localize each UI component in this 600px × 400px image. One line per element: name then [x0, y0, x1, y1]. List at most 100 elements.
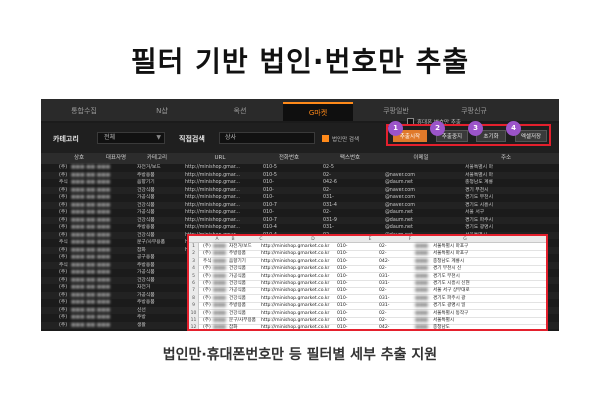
table-row[interactable]: (주) 건강식품 http://minishop.gmar... 010- 02- @na… — [41, 186, 559, 194]
direct-search-input[interactable]: 상사 — [219, 132, 315, 144]
corp-only-checkbox[interactable] — [322, 135, 329, 142]
table-cell: 문구/사무용품 — [137, 240, 166, 245]
tab-3[interactable]: 옥션 — [205, 102, 275, 121]
table-cell: 음향기기 — [137, 180, 155, 185]
table-cell: 010-5 — [263, 172, 277, 178]
table-cell: 가공식품 — [137, 270, 155, 275]
table-row[interactable]: (주) 주방용품 http://minishop.gmar... 010-5 02- @n… — [41, 171, 559, 179]
table-cell: 경기 부천시 — [465, 187, 489, 193]
chevron-down-icon: ▼ — [156, 134, 161, 141]
masked-cell: ■■■ ■■ ■■■ — [71, 195, 111, 200]
table-cell: http://minishop.gmar... — [185, 225, 240, 230]
table-cell: 충청남도 계룡 — [465, 180, 494, 185]
excel-cell: 충청남도 — [433, 325, 450, 331]
masked-cell: ■■■ ■■ ■■■ — [71, 307, 111, 313]
excel-row: 12 (주) 잡화 http://minishop.gmarket.co.kr 010-… — [189, 324, 546, 331]
table-cell: 자전거 — [137, 285, 151, 290]
table-cell: 주방 — [137, 315, 146, 320]
table-cell: @naver.com — [385, 195, 415, 200]
masked-cell: ■■■ — [213, 325, 227, 331]
masked-cell: ■■■ ■■ ■■■ — [71, 315, 111, 320]
table-cell: 010-7 — [263, 217, 277, 223]
table-cell: 주방용품 — [137, 300, 155, 305]
table-cell: 031- — [323, 225, 334, 230]
table-cell: http://minishop.gmar... — [185, 195, 240, 200]
table-cell: 건강식품 — [137, 187, 155, 193]
masked-cell: ■■■ ■■ ■■■ — [71, 165, 111, 170]
column-header[interactable]: 주소 — [461, 153, 551, 164]
table-cell: 건강식품 — [137, 217, 155, 223]
excel-row-number: 12 — [189, 324, 199, 329]
category-select-value: 전체 — [104, 134, 116, 141]
table-cell: @daum.net — [385, 180, 413, 185]
grid-header: 상호 대표자명 카테고리 URL 전화번호 팩스번호 이메일 주소 — [41, 153, 559, 164]
table-cell: 서울 서구 — [465, 210, 485, 215]
excel-column-letter: D — [311, 237, 315, 242]
table-cell: 서울특별시 마 — [465, 165, 494, 170]
category-select[interactable]: 전체 ▼ — [97, 132, 165, 144]
column-header[interactable]: 대표자명 — [99, 153, 133, 164]
table-cell: 경기도 부천시 — [465, 195, 494, 200]
masked-cell: ■■■ ■■ ■■■ — [71, 232, 111, 238]
table-row[interactable]: (주) 자전거/보드 http://minishop.gmar... 010-5 02-… — [41, 164, 559, 172]
table-cell: 010-7 — [263, 202, 277, 208]
badge-4: 4 — [506, 121, 521, 136]
corp-only-label: 법인만 검색 — [332, 137, 360, 143]
table-cell: @naver.com — [385, 172, 415, 178]
masked-cell: ■■■ ■■ ■■■ — [71, 285, 111, 290]
table-cell — [385, 164, 461, 172]
masked-cell: ■■■ ■■ ■■■ — [71, 202, 111, 208]
masked-cell: ■■■ ■■ ■■■ — [71, 270, 111, 275]
excel-column-header: ABCDEFG — [189, 236, 546, 243]
table-cell: http://minishop.gmar... — [185, 210, 240, 215]
masked-cell: ■■■ ■■ ■■■ — [71, 322, 111, 328]
column-header[interactable]: 이메일 — [381, 153, 461, 164]
table-cell: 010- — [263, 187, 274, 193]
tab-4[interactable]: G마켓 — [283, 102, 353, 121]
table-cell: 02- — [323, 210, 331, 215]
table-cell: 031-4 — [323, 202, 337, 208]
masked-cell: ■■■ ■■ ■■■ — [71, 292, 111, 298]
tab-1[interactable]: 통합수집 — [49, 102, 119, 121]
table-cell: http://minishop.gmar... — [185, 180, 240, 185]
table-cell: @daum.net — [385, 225, 413, 230]
table-row[interactable]: (주) 가공식품 http://minishop.gmar... 010- 02- @da… — [41, 209, 559, 217]
table-cell: 건강식품 — [137, 277, 155, 283]
table-cell: 주방용품 — [137, 225, 155, 230]
masked-cell: ■■■ ■■ ■■■ — [71, 277, 111, 283]
table-row[interactable]: (주) 건강식품 http://minishop.gmar... 010-7 031-4… — [41, 201, 559, 209]
column-header[interactable]: 전화번호 — [259, 153, 319, 164]
table-cell: 010- — [263, 195, 274, 200]
table-cell: http://minishop.gmar... — [185, 202, 240, 208]
column-header[interactable]: 상호 — [59, 153, 99, 164]
column-header[interactable]: 카테고리 — [133, 153, 181, 164]
tab-2[interactable]: N샵 — [127, 102, 197, 121]
column-header[interactable]: 팩스번호 — [319, 153, 381, 164]
table-cell: 자전거/보드 — [137, 165, 161, 170]
masked-cell: ■■■ ■■ ■■■ — [71, 210, 111, 215]
table-cell: 경기도 광명시 — [465, 225, 494, 230]
table-cell: @daum.net — [385, 217, 413, 223]
table-row[interactable]: (주) 건강식품 http://minishop.gmar... 010-7 031-9… — [41, 216, 559, 224]
table-cell: 010-5 — [263, 165, 277, 170]
masked-cell: ■■■ ■■ ■■■ — [71, 225, 111, 230]
masked-cell: ■■■ — [415, 325, 429, 331]
masked-cell: ■■■ ■■ ■■■ — [71, 187, 111, 193]
table-cell: 잡화 — [137, 247, 146, 253]
table-cell: 주방용품 — [137, 172, 155, 178]
table-cell: 주방용품 — [137, 262, 155, 268]
table-cell: http://minishop.gmar... — [185, 165, 240, 170]
table-cell: http://minishop.gmar... — [185, 217, 240, 223]
slide-title: 필터 기반 법인·번호만 추출 — [130, 45, 470, 78]
table-cell: 010- — [263, 210, 274, 215]
table-row[interactable]: (주) 주방용품 http://minishop.gmar... 010-4 031- @… — [41, 224, 559, 232]
table-cell: @naver.com — [385, 202, 415, 208]
table-cell: 010- — [263, 180, 274, 185]
badge-3: 3 — [468, 121, 483, 136]
table-row[interactable]: (주) 가공식품 http://minishop.gmar... 010- 031- @n… — [41, 194, 559, 202]
masked-cell: ■■■ ■■ ■■■ — [71, 300, 111, 305]
table-row[interactable]: 주식 음향기기 http://minishop.gmar... 010- 042-6 @d… — [41, 179, 559, 187]
direct-search-label: 직접검색 — [179, 135, 205, 143]
column-header[interactable]: URL — [181, 153, 259, 164]
table-cell: 가공식품 — [137, 210, 155, 215]
